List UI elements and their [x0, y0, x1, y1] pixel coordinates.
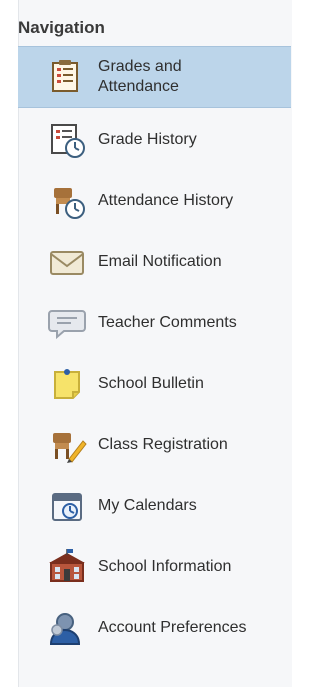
- grades-checklist-icon: [44, 54, 90, 100]
- bulletin-icon: [44, 361, 90, 407]
- account-icon: [44, 605, 90, 651]
- nav-item-label: School Information: [98, 558, 232, 575]
- nav-item-label: Grade History: [98, 131, 197, 148]
- calendar-icon: [44, 483, 90, 529]
- nav-item-account-preferences[interactable]: Account Preferences: [18, 599, 291, 657]
- nav-item-grades-and-attendance[interactable]: Grades and Attendance: [18, 46, 291, 108]
- nav-item-email-notification[interactable]: Email Notification: [18, 233, 291, 291]
- grade-history-icon: [44, 117, 90, 163]
- nav-item-label: Email Notification: [98, 253, 222, 270]
- comments-icon: [44, 300, 90, 346]
- nav-item-attendance-history[interactable]: Attendance History: [18, 172, 291, 230]
- navigation-list: Grades and Attendance Grade History Atte…: [18, 46, 291, 660]
- nav-item-label: Account Preferences: [98, 619, 247, 636]
- nav-item-label: School Bulletin: [98, 375, 204, 392]
- attendance-history-icon: [44, 178, 90, 224]
- nav-item-teacher-comments[interactable]: Teacher Comments: [18, 294, 291, 352]
- email-icon: [44, 239, 90, 285]
- nav-item-my-calendars[interactable]: My Calendars: [18, 477, 291, 535]
- nav-item-grade-history[interactable]: Grade History: [18, 111, 291, 169]
- nav-item-label: Attendance History: [98, 192, 234, 209]
- nav-item-label: Teacher Comments: [98, 314, 237, 331]
- nav-item-class-registration[interactable]: Class Registration: [18, 416, 291, 474]
- nav-item-label: My Calendars: [98, 497, 197, 514]
- navigation-header: Navigation: [18, 18, 105, 37]
- nav-item-school-information[interactable]: School Information: [18, 538, 291, 596]
- nav-item-school-bulletin[interactable]: School Bulletin: [18, 355, 291, 413]
- school-icon: [44, 544, 90, 590]
- nav-item-label: Class Registration: [98, 436, 228, 453]
- nav-item-label: Grades and Attendance: [98, 58, 182, 95]
- registration-icon: [44, 422, 90, 468]
